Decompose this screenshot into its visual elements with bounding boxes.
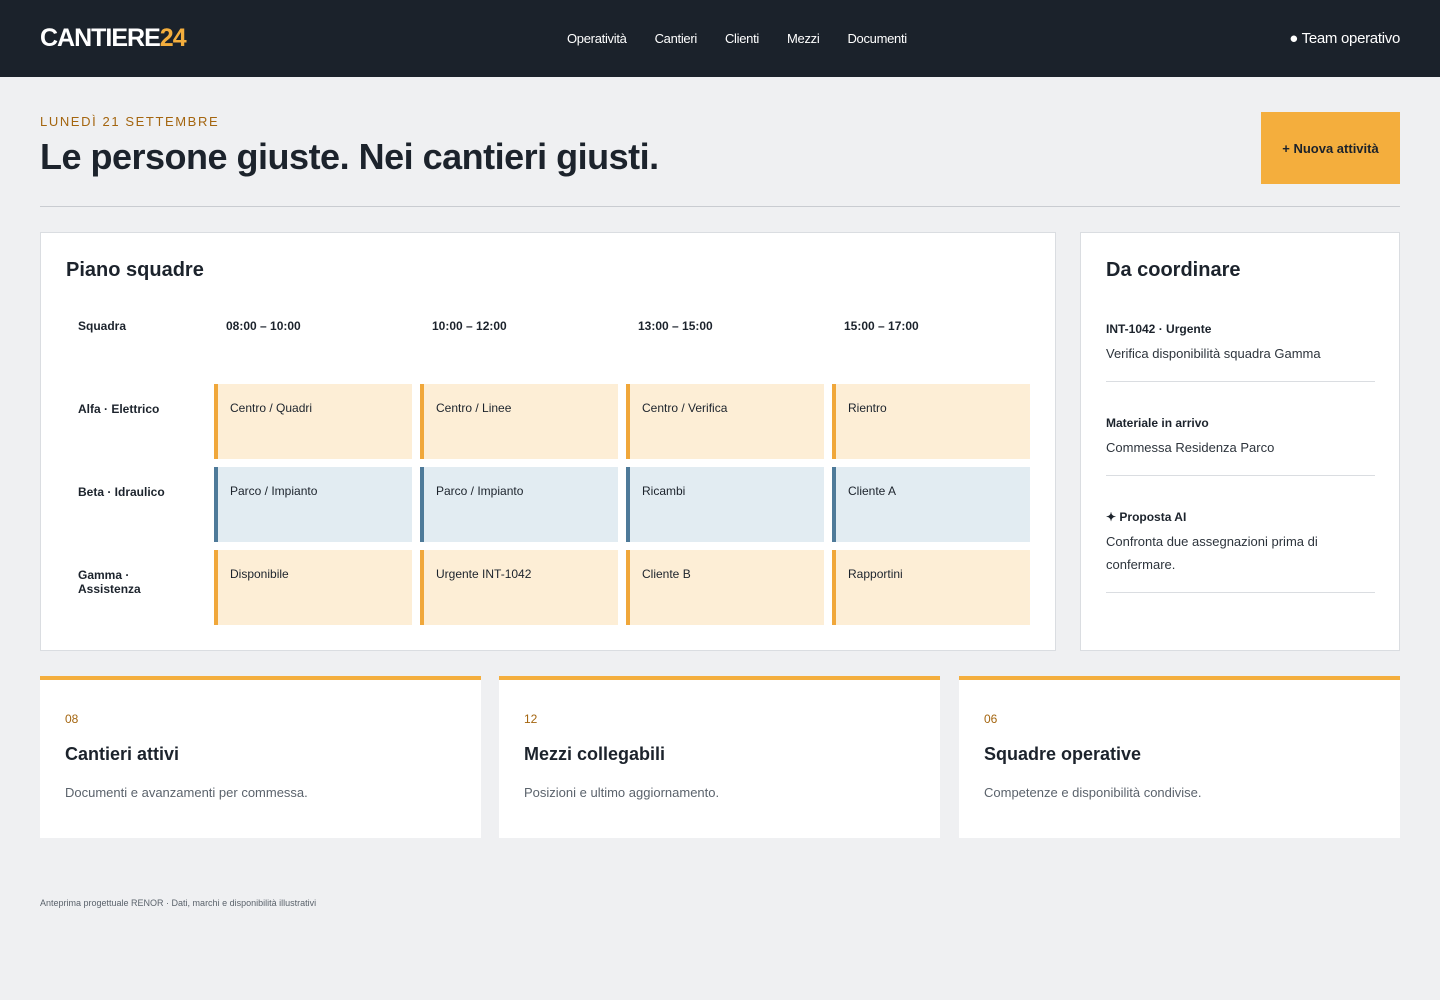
row-label-beta: Beta · Idraulico — [78, 485, 165, 499]
coordination-item-desc: Confronta due assegnazioni prima di conf… — [1106, 534, 1318, 572]
schedule-cell[interactable]: Ricambi — [626, 467, 824, 542]
schedule-cell[interactable]: Disponibile — [214, 550, 412, 625]
main-nav: Operatività Cantieri Clienti Mezzi Docum… — [567, 31, 907, 46]
nav-link-operativita[interactable]: Operatività — [567, 31, 627, 46]
divider — [1106, 475, 1375, 476]
schedule-cell[interactable]: Parco / Impianto — [214, 467, 412, 542]
column-header-slot-4: 15:00 – 17:00 — [844, 319, 919, 333]
coordination-item-desc: Verifica disponibilità squadra Gamma — [1106, 346, 1321, 361]
stat-description: Documenti e avanzamenti per commessa. — [65, 785, 308, 800]
stat-title: Squadre operative — [984, 744, 1142, 764]
stat-description: Competenze e disponibilità condivise. — [984, 785, 1202, 800]
stat-title: Cantieri attivi — [65, 744, 180, 764]
panel-title: Da coordinare — [1106, 259, 1241, 281]
nav-link-documenti[interactable]: Documenti — [847, 31, 907, 46]
column-header-slot-3: 13:00 – 15:00 — [638, 319, 713, 333]
nav-link-clienti[interactable]: Clienti — [725, 31, 759, 46]
coordination-item-title: INT-1042 · Urgente — [1106, 322, 1212, 336]
divider — [1106, 592, 1375, 593]
stat-card-cantieri[interactable]: 08 Cantieri attivi Documenti e avanzamen… — [40, 676, 481, 838]
stat-card-squadre[interactable]: 06 Squadre operative Competenze e dispon… — [959, 676, 1400, 838]
coordination-item-desc: Commessa Residenza Parco — [1106, 440, 1275, 455]
column-header-team: Squadra — [78, 319, 127, 333]
coordination-item-title: ✦ Proposta AI — [1106, 510, 1187, 524]
stat-description: Posizioni e ultimo aggiornamento. — [524, 785, 720, 800]
schedule-cell[interactable]: Centro / Linee — [420, 384, 618, 459]
footer-disclaimer: Anteprima progettuale RENOR · Dati, marc… — [40, 898, 317, 908]
stat-count: 12 — [524, 712, 538, 726]
coordination-item[interactable]: INT-1042 · Urgente Verifica disponibilit… — [1106, 322, 1375, 365]
row-label-alfa: Alfa · Elettrico — [78, 402, 160, 416]
logo-text: CANTIERE — [40, 24, 161, 52]
panel-title: Piano squadre — [66, 259, 204, 281]
schedule-cell[interactable]: Rientro — [832, 384, 1030, 459]
nav-link-cantieri[interactable]: Cantieri — [655, 31, 698, 46]
column-header-slot-2: 10:00 – 12:00 — [432, 319, 507, 333]
schedule-cell[interactable]: Centro / Verifica — [626, 384, 824, 459]
schedule-cell[interactable]: Centro / Quadri — [214, 384, 412, 459]
nav-link-mezzi[interactable]: Mezzi — [787, 31, 820, 46]
stat-count: 08 — [65, 712, 79, 726]
coordination-panel: Da coordinare INT-1042 · Urgente Verific… — [1080, 232, 1400, 651]
logo-accent-text: 24 — [159, 24, 187, 52]
current-date: LUNEDÌ 21 SETTEMBRE — [40, 114, 220, 129]
schedule-cell[interactable]: Rapportini — [832, 550, 1030, 625]
team-status-menu[interactable]: ● Team operativo — [1289, 30, 1400, 47]
coordination-item[interactable]: Materiale in arrivo Commessa Residenza P… — [1106, 416, 1375, 459]
brand-logo[interactable]: CANTIERE24 — [40, 24, 187, 53]
page-title: Le persone giuste. Nei cantieri giusti. — [40, 136, 659, 177]
schedule-cell[interactable]: Cliente A — [832, 467, 1030, 542]
stat-title: Mezzi collegabili — [524, 744, 666, 764]
schedule-cell[interactable]: Cliente B — [626, 550, 824, 625]
divider — [1106, 381, 1375, 382]
column-header-slot-1: 08:00 – 10:00 — [226, 319, 301, 333]
row-label-gamma: Gamma · Assistenza — [78, 568, 141, 596]
coordination-item-title: Materiale in arrivo — [1106, 416, 1209, 430]
stat-count: 06 — [984, 712, 998, 726]
team-plan-panel: Piano squadre Squadra 08:00 – 10:00 10:0… — [40, 232, 1056, 651]
schedule-cell[interactable]: Parco / Impianto — [420, 467, 618, 542]
schedule-cell[interactable]: Urgente INT-1042 — [420, 550, 618, 625]
top-navigation-bar: CANTIERE24 Operatività Cantieri Clienti … — [0, 0, 1440, 77]
stat-card-mezzi[interactable]: 12 Mezzi collegabili Posizioni e ultimo … — [499, 676, 940, 838]
coordination-item[interactable]: ✦ Proposta AI Confronta due assegnazioni… — [1106, 510, 1375, 576]
divider — [40, 206, 1400, 207]
new-activity-button[interactable]: + Nuova attività — [1261, 112, 1400, 184]
